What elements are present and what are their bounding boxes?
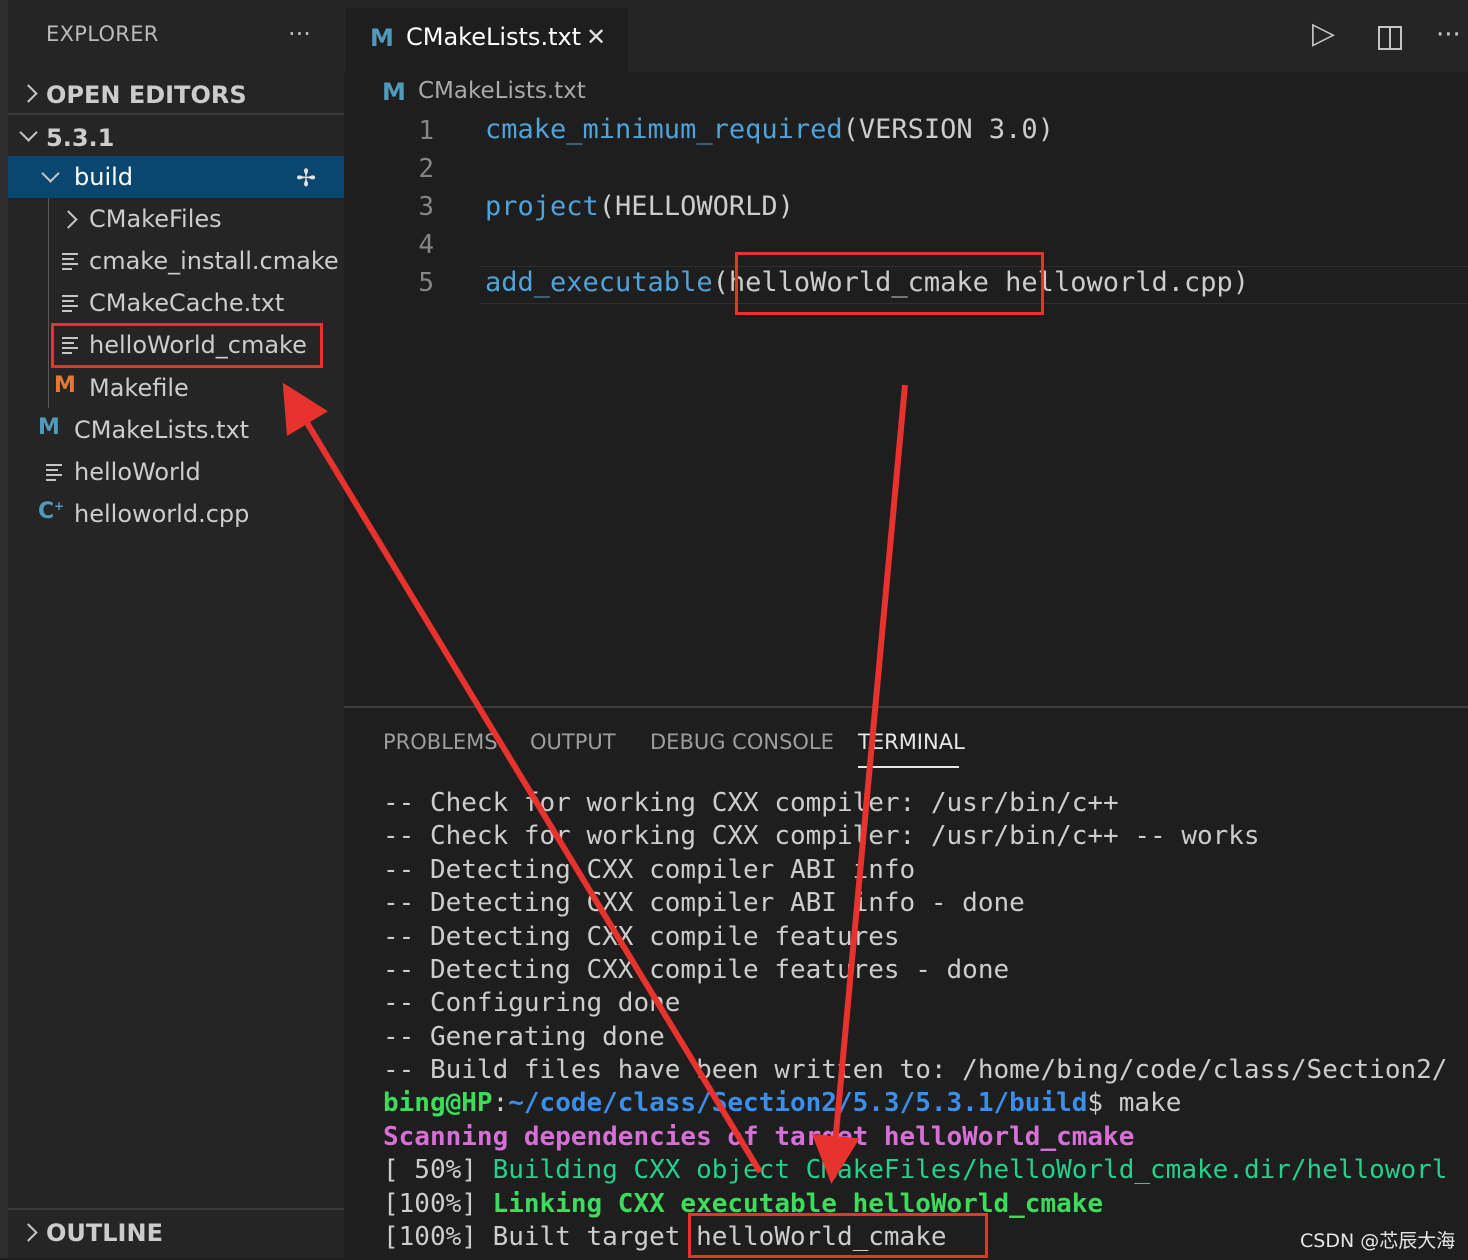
arrow-to-sidebar [282,382,763,1174]
annotation-arrows [282,382,908,1184]
arrow-to-terminal [811,384,908,1184]
watermark: CSDN @芯辰大海 [1300,1230,1456,1252]
